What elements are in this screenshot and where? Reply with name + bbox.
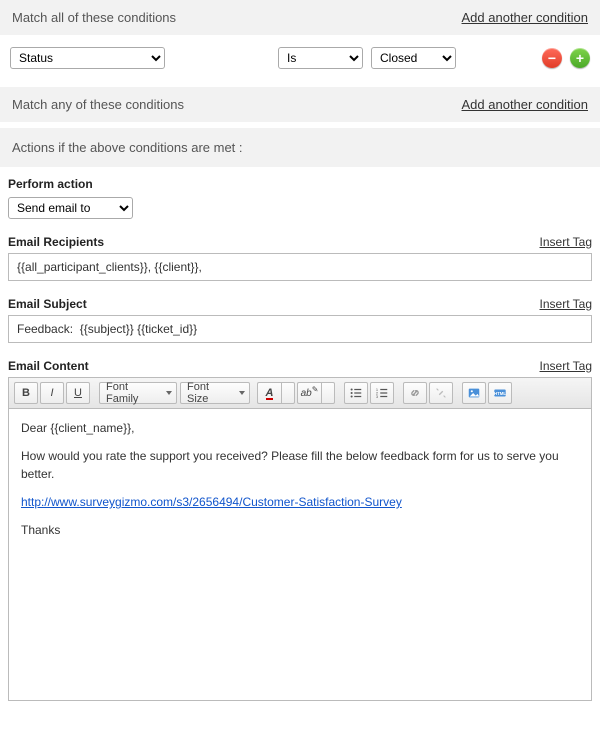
font-family-label: Font Family	[106, 381, 159, 405]
editor-toolbar: B I U Font Family Font Size A ab✎ 123	[8, 377, 592, 409]
remove-condition-button[interactable]	[542, 48, 562, 68]
match-all-header: Match all of these conditions Add anothe…	[0, 0, 600, 35]
subject-input[interactable]	[8, 315, 592, 343]
email-greeting: Dear {{client_name}},	[21, 419, 579, 437]
perform-action-block: Perform action Send email to	[0, 167, 600, 225]
subject-insert-tag[interactable]: Insert Tag	[540, 297, 592, 311]
email-line1: How would you rate the support you recei…	[21, 447, 579, 483]
highlight-caret[interactable]	[321, 382, 335, 404]
editor-body[interactable]: Dear {{client_name}}, How would you rate…	[8, 409, 592, 701]
subject-label: Email Subject	[8, 297, 87, 311]
add-condition-link-any[interactable]: Add another condition	[462, 97, 588, 112]
email-thanks: Thanks	[21, 521, 579, 539]
html-button[interactable]: HTML	[488, 382, 512, 404]
recipients-insert-tag[interactable]: Insert Tag	[540, 235, 592, 249]
font-family-select[interactable]: Font Family	[99, 382, 177, 404]
font-color-button[interactable]: A	[257, 382, 281, 404]
recipients-label: Email Recipients	[8, 235, 104, 249]
survey-link[interactable]: http://www.surveygizmo.com/s3/2656494/Cu…	[21, 495, 402, 509]
match-any-header: Match any of these conditions Add anothe…	[0, 87, 600, 122]
perform-action-select[interactable]: Send email to	[8, 197, 133, 219]
unlink-button[interactable]	[429, 382, 453, 404]
svg-text:3: 3	[376, 394, 379, 399]
image-button[interactable]	[462, 382, 486, 404]
link-button[interactable]	[403, 382, 427, 404]
highlight-button[interactable]: ab✎	[297, 382, 321, 404]
condition-value-select[interactable]: Closed	[371, 47, 456, 69]
add-condition-button[interactable]	[570, 48, 590, 68]
condition-row: Status Is Closed	[0, 35, 600, 87]
perform-action-label: Perform action	[8, 177, 592, 191]
content-insert-tag[interactable]: Insert Tag	[540, 359, 592, 373]
actions-header: Actions if the above conditions are met …	[0, 128, 600, 167]
match-all-title: Match all of these conditions	[12, 10, 176, 25]
italic-button[interactable]: I	[40, 382, 64, 404]
content-label: Email Content	[8, 359, 89, 373]
font-size-select[interactable]: Font Size	[180, 382, 250, 404]
condition-field-select[interactable]: Status	[10, 47, 165, 69]
svg-text:HTML: HTML	[494, 391, 506, 396]
bold-button[interactable]: B	[14, 382, 38, 404]
add-condition-link[interactable]: Add another condition	[462, 10, 588, 25]
underline-button[interactable]: U	[66, 382, 90, 404]
number-list-button[interactable]: 123	[370, 382, 394, 404]
font-size-label: Font Size	[187, 381, 232, 405]
match-any-title: Match any of these conditions	[12, 97, 184, 112]
bullet-list-button[interactable]	[344, 382, 368, 404]
subject-block: Email Subject Insert Tag	[0, 287, 600, 349]
font-color-caret[interactable]	[281, 382, 295, 404]
content-block: Email Content Insert Tag B I U Font Fami…	[0, 349, 600, 715]
recipients-block: Email Recipients Insert Tag	[0, 225, 600, 287]
condition-operator-select[interactable]: Is	[278, 47, 363, 69]
recipients-input[interactable]	[8, 253, 592, 281]
